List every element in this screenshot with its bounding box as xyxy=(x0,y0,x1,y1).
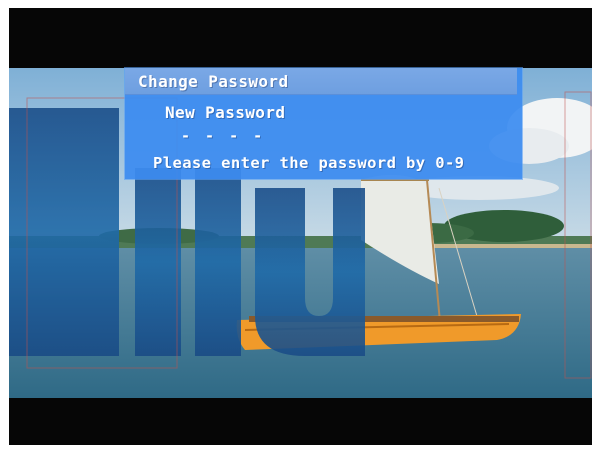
password-hint: Please enter the password by 0-9 xyxy=(153,154,465,172)
tv-screen: Change Password New Password - - - - Ple… xyxy=(9,8,592,445)
dialog-title: Change Password xyxy=(138,72,289,91)
new-password-input[interactable]: - - - - xyxy=(181,127,265,145)
change-password-dialog: Change Password New Password - - - - Ple… xyxy=(125,68,522,179)
new-password-label: New Password xyxy=(165,103,286,122)
